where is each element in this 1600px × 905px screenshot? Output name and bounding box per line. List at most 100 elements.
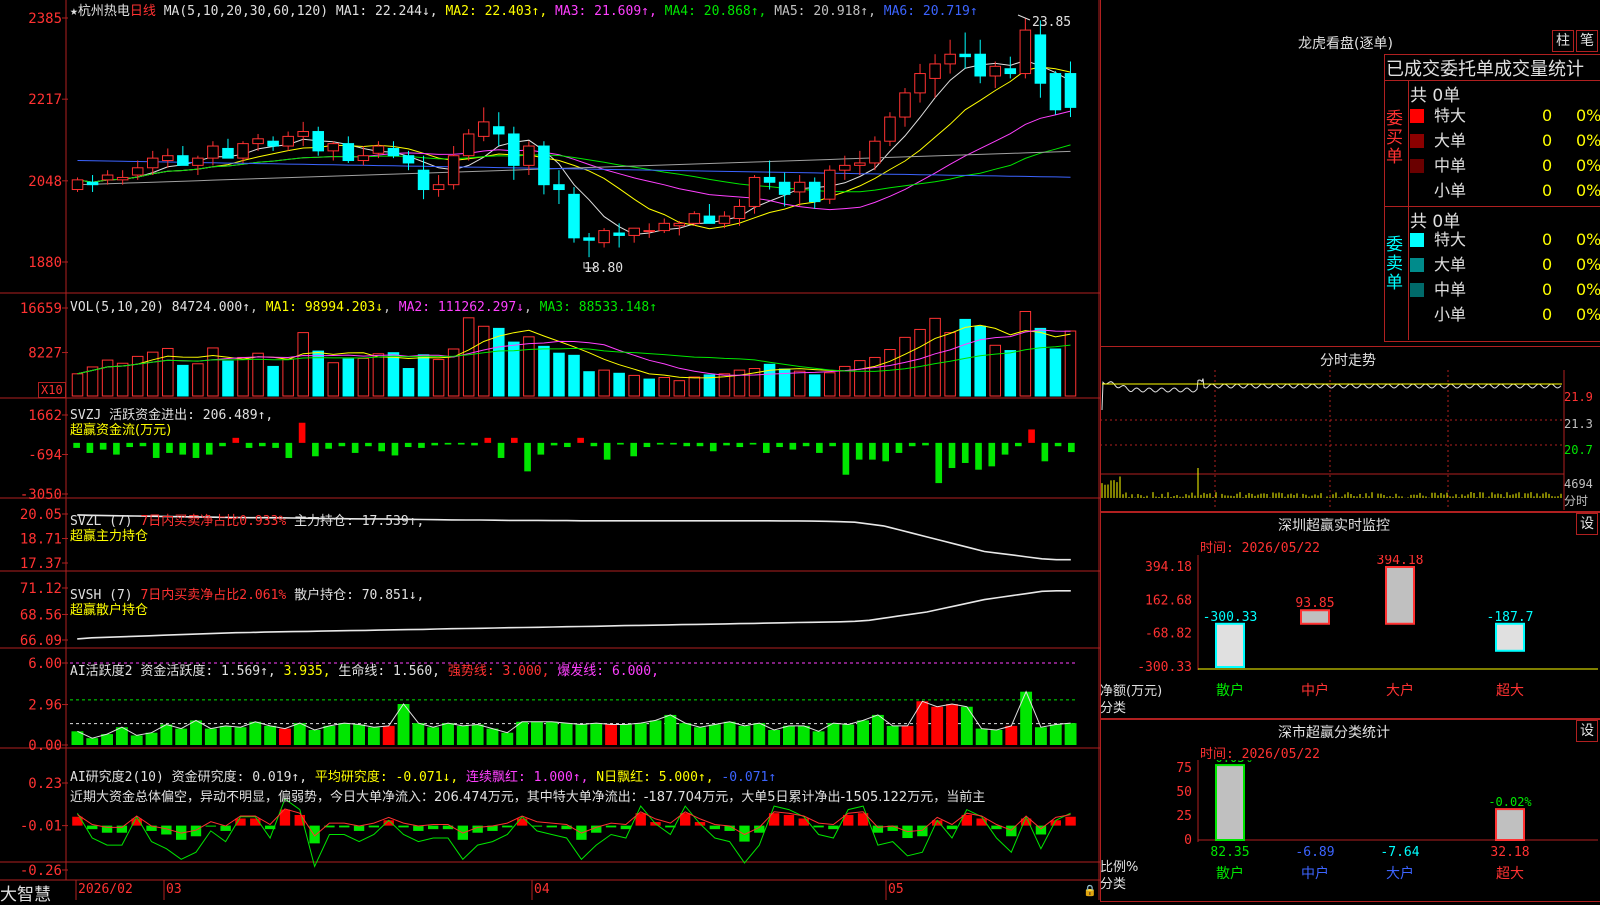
vol-bar xyxy=(524,337,535,396)
main-chart-area[interactable]: 238522172048188023.8518.801665982271662-… xyxy=(0,0,1100,900)
vol-title: VOL(5,10,20) xyxy=(70,300,164,315)
ai2-l5: -0.071↑ xyxy=(721,770,776,785)
candle-body xyxy=(1035,35,1046,83)
classstat-cat-散户: 散户 xyxy=(1216,865,1244,882)
classstat-chart[interactable]: 75 50 25 0 -0.03% 82.35 -6.89 -7.64 -0.02% 32.18 散… xyxy=(1100,760,1600,900)
candle-body xyxy=(840,165,851,170)
candle-body xyxy=(704,216,715,223)
ai2-bar xyxy=(532,826,542,827)
monitor-xlabel: 分类 xyxy=(1100,697,1126,716)
candle-body xyxy=(900,93,911,117)
candle-body xyxy=(1050,74,1061,110)
vol-bar xyxy=(403,369,414,396)
candle-body xyxy=(1020,30,1031,73)
xaxis-label-2: 03 xyxy=(166,882,182,897)
bar-mode-button[interactable]: 柱 xyxy=(1552,30,1574,52)
candle-body xyxy=(855,163,866,165)
candle-body xyxy=(975,54,986,76)
svzj-bar xyxy=(153,443,160,458)
row-percent: 0% xyxy=(1576,104,1600,128)
ytick-20.05: 20.05 xyxy=(20,507,62,523)
classstat-settings-button[interactable]: 设 xyxy=(1576,720,1598,742)
svzj-bar xyxy=(352,443,359,453)
svzj-bar xyxy=(591,443,598,446)
vol-ma3: MA3: 88533.148↑ xyxy=(540,300,657,315)
candle-body xyxy=(463,134,474,156)
ai2-title: AI研究度2(10) xyxy=(70,770,164,785)
ai1-bar xyxy=(546,722,558,745)
ytick-68.56: 68.56 xyxy=(20,607,62,623)
svzl-label1: 7日内买卖净占比0.933% xyxy=(140,514,286,529)
classstat-cat-中户: 中户 xyxy=(1301,865,1329,882)
candle-body xyxy=(328,144,339,151)
ai1-bar xyxy=(827,723,839,745)
svzj-bar xyxy=(140,443,147,446)
ai2-bar xyxy=(828,826,838,830)
candle-body xyxy=(147,158,158,168)
svzj-bar xyxy=(869,443,876,460)
candle-body xyxy=(253,139,264,144)
monitor-value-散户: -300.33 xyxy=(1203,610,1258,625)
monitor-settings-button[interactable]: 设 xyxy=(1576,513,1598,535)
svzj-bar xyxy=(949,443,956,468)
fenshi-chart[interactable] xyxy=(1100,370,1600,510)
monitor-chart[interactable]: 394.18 162.68 -68.82 -300.33 -300.33 93.85 394… xyxy=(1100,555,1600,715)
svzj-bar xyxy=(736,443,743,447)
svzj-bar xyxy=(498,443,505,458)
row-label: 中单 xyxy=(1434,154,1466,178)
ai1-bar xyxy=(279,729,291,745)
ai1-bar xyxy=(383,726,395,745)
monitor-ytick: -300.33 xyxy=(1137,660,1192,675)
candle-body xyxy=(659,223,670,230)
vol-ma1: MA1: 98994.203↓ xyxy=(266,300,383,315)
ai1-bar xyxy=(412,723,424,745)
ai1-bar xyxy=(887,726,899,745)
svzj-bar xyxy=(803,443,810,446)
candle-body xyxy=(824,170,835,199)
lock-icon[interactable]: 🔒 xyxy=(1083,884,1097,897)
vol-bar xyxy=(659,378,670,396)
candle-body xyxy=(990,66,1001,76)
svzj-bar xyxy=(856,443,863,460)
svzj-bar xyxy=(790,443,797,450)
ai1-legend: AI活跃度2 资金活跃度: 1.569↑, 3.935, 生命线: 1.560,… xyxy=(70,660,659,679)
candle-body xyxy=(915,74,926,93)
ai2-bar xyxy=(87,826,97,830)
period-label[interactable]: 日线 xyxy=(130,4,156,19)
ai1-bar xyxy=(235,727,247,745)
classstat-ytick: 25 xyxy=(1176,809,1192,824)
candle-body xyxy=(509,134,520,165)
tick-mode-button[interactable]: 笔 xyxy=(1576,30,1598,52)
candle-body xyxy=(102,175,113,180)
candle-body xyxy=(403,156,414,163)
vol-bar xyxy=(1005,351,1016,396)
ytick-2385: 2385 xyxy=(28,11,62,27)
svsh-sub: 超赢散户持仓 xyxy=(70,599,148,618)
ai1-bar xyxy=(131,735,143,745)
stock-name[interactable]: 杭州热电 xyxy=(78,4,130,19)
row-value: 0 xyxy=(1542,303,1552,327)
ai1-bar xyxy=(1035,727,1047,745)
svzj-bar xyxy=(683,443,690,446)
ai2-bar xyxy=(398,826,408,828)
svzj-bar xyxy=(577,438,584,443)
vol-bar xyxy=(283,359,294,396)
sell-side-label: 委卖单 xyxy=(1386,236,1406,293)
candle-body xyxy=(238,144,249,158)
classstat-bar-散户 xyxy=(1216,765,1244,840)
vol-bar xyxy=(1050,349,1061,396)
candle-body xyxy=(779,182,790,194)
ai2-bar xyxy=(369,826,379,828)
svzj-bar xyxy=(87,443,94,453)
monitor-ytick: -68.82 xyxy=(1145,627,1192,642)
ma-legend-5: MA5: 20.918↑, xyxy=(774,4,884,19)
ai1-bar xyxy=(220,726,232,745)
buy-row-中单: 中单 0 0% xyxy=(1410,154,1600,178)
sell-row-特大: 特大 0 0% xyxy=(1410,228,1600,252)
svzj-bar xyxy=(325,443,332,449)
vol-bar xyxy=(463,318,474,396)
ai1-bar xyxy=(1020,692,1032,745)
buy-total: 共 0单 xyxy=(1410,81,1460,106)
high-label: 23.85 xyxy=(1032,15,1071,30)
swatch xyxy=(1410,258,1424,272)
